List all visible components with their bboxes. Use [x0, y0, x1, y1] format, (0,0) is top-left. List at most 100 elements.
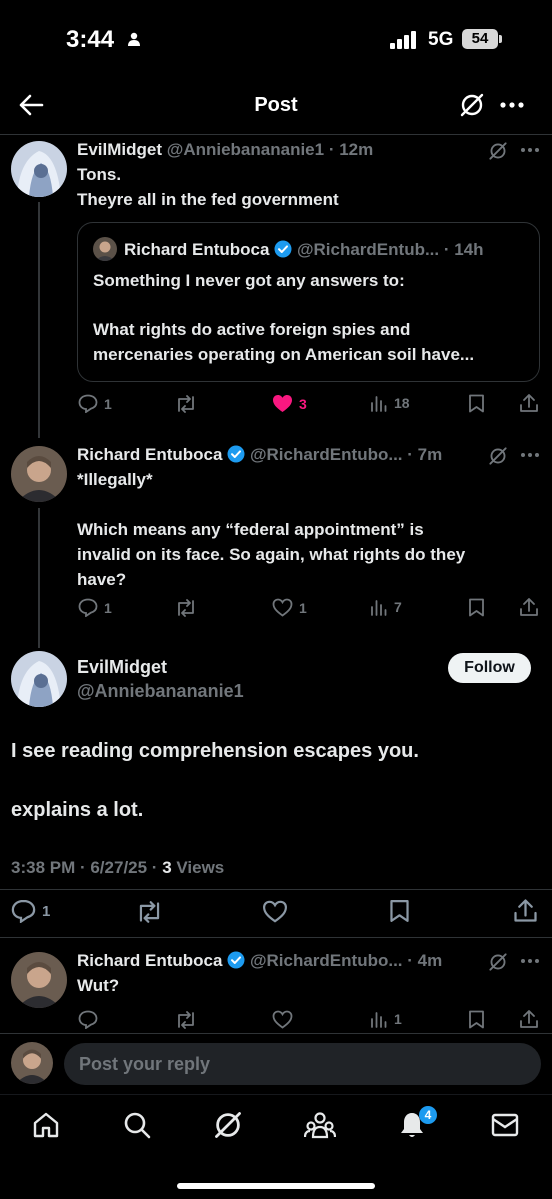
tweet-gap — [77, 492, 465, 517]
avatar[interactable] — [11, 446, 67, 502]
tweet-header: Richard Entuboca @RichardEntubo... · 4m — [77, 950, 442, 972]
tweet-time: · 7m — [407, 445, 443, 464]
tweet-text: Wut? — [77, 976, 120, 995]
avatar[interactable] — [11, 141, 67, 197]
share-icon[interactable] — [519, 1009, 539, 1029]
tweet-line: invalid on its face. So again, what righ… — [77, 545, 466, 564]
author-handle[interactable]: @Anniebanananie1 — [77, 681, 244, 702]
share-icon[interactable] — [519, 597, 539, 617]
divider — [0, 889, 552, 890]
quoted-header: Richard Entuboca @RichardEntub... · 14h — [124, 239, 484, 261]
post-text-line: I see reading comprehension escapes you. — [11, 740, 419, 762]
author-handle[interactable]: @RichardEntubo... — [250, 951, 403, 970]
avatar[interactable] — [11, 952, 67, 1008]
divider — [0, 1033, 552, 1034]
bookmark-icon[interactable] — [468, 394, 485, 413]
views-chart-icon — [371, 396, 387, 412]
nav-divider — [0, 1094, 552, 1095]
views-chart-icon — [371, 600, 387, 616]
repost-icon[interactable] — [175, 395, 197, 413]
more-options-icon[interactable] — [520, 147, 540, 153]
thread-line — [38, 202, 40, 438]
quoted-line: Something I never got any answers to: — [93, 271, 405, 290]
verified-badge-icon — [274, 240, 292, 258]
author-handle[interactable]: @RichardEntubo... — [250, 445, 403, 464]
share-icon[interactable] — [513, 898, 538, 923]
tweet-text: *Illegally* Which means any “federal app… — [77, 467, 465, 592]
views-count: 7 — [394, 599, 402, 615]
author-name[interactable]: EvilMidget — [77, 140, 162, 159]
author-name[interactable]: Richard Entuboca — [77, 445, 222, 464]
quoted-author-name: Richard Entuboca — [124, 240, 270, 259]
share-icon[interactable] — [519, 393, 539, 413]
repost-icon[interactable] — [175, 599, 197, 617]
tweet-time: · 12m — [328, 140, 374, 159]
bookmark-icon[interactable] — [389, 899, 410, 923]
reply-icon[interactable] — [78, 1010, 98, 1029]
heart-icon[interactable] — [262, 900, 288, 923]
grok-icon[interactable] — [488, 952, 508, 972]
grok-icon[interactable] — [488, 141, 508, 161]
messages-icon[interactable] — [490, 1111, 520, 1139]
heart-filled-icon — [273, 395, 292, 412]
quoted-tweet-time: · 14h — [443, 240, 484, 259]
tweet-header: Richard Entuboca @RichardEntubo... · 7m — [77, 444, 442, 466]
author-name[interactable]: Richard Entuboca — [77, 951, 222, 970]
reply-count: 1 — [104, 599, 112, 616]
tweet-line: Theyre all in the fed government — [77, 190, 339, 209]
views-button[interactable]: 18 — [370, 394, 410, 412]
tweet-line: *Illegally* — [77, 470, 153, 489]
tweet-line: Tons. — [77, 165, 122, 184]
home-icon[interactable] — [31, 1110, 61, 1140]
header-divider — [0, 134, 552, 135]
like-button[interactable]: 3 — [272, 394, 307, 413]
quoted-text: Something I never got any answers to: Wh… — [93, 268, 474, 367]
views-count: 1 — [394, 1011, 402, 1027]
battery-indicator: 54 — [462, 29, 498, 49]
bookmark-icon[interactable] — [468, 1010, 485, 1029]
thread-line — [38, 508, 40, 648]
divider — [0, 937, 552, 938]
quoted-line: mercenaries operating on American soil h… — [93, 345, 475, 364]
search-icon[interactable] — [122, 1110, 152, 1140]
post-text-line: explains a lot. — [11, 799, 144, 821]
avatar[interactable] — [11, 651, 67, 707]
grok-icon[interactable] — [213, 1110, 243, 1140]
more-options-icon[interactable] — [500, 101, 524, 109]
author-handle[interactable]: @Anniebanananie1 — [167, 140, 324, 159]
reply-button[interactable]: 1 — [78, 598, 112, 617]
like-button[interactable]: 1 — [272, 598, 307, 617]
views-button[interactable]: 7 — [370, 598, 402, 616]
verified-badge-icon — [227, 951, 245, 969]
more-options-icon[interactable] — [520, 958, 540, 964]
post-timestamp: 3:38 PM · 6/27/25 · — [11, 858, 163, 877]
grok-icon[interactable] — [459, 92, 485, 118]
follow-button[interactable]: Follow — [448, 653, 531, 683]
bookmark-icon[interactable] — [468, 598, 485, 617]
views-chart-icon — [371, 1012, 387, 1028]
notifications-badge: 4 — [419, 1106, 437, 1124]
verified-badge-icon — [227, 445, 245, 463]
like-count: 1 — [299, 599, 307, 616]
reply-input[interactable]: Post your reply — [64, 1043, 541, 1085]
communities-icon[interactable] — [304, 1110, 336, 1140]
grok-icon[interactable] — [488, 446, 508, 466]
person-icon — [128, 32, 140, 46]
reply-button[interactable]: 1 — [11, 899, 50, 923]
reply-icon — [78, 394, 98, 413]
my-avatar[interactable] — [11, 1042, 53, 1084]
tweet-header: EvilMidget @Anniebanananie1 · 12m — [77, 139, 373, 161]
repost-icon[interactable] — [136, 901, 163, 923]
views-button[interactable]: 1 — [370, 1010, 402, 1028]
views-label: Views — [171, 858, 225, 877]
more-options-icon[interactable] — [520, 452, 540, 458]
heart-icon[interactable] — [272, 1010, 293, 1029]
reply-button[interactable]: 1 — [78, 394, 112, 413]
repost-icon[interactable] — [175, 1011, 197, 1029]
reply-icon — [11, 899, 36, 923]
like-count: 3 — [299, 395, 307, 412]
quoted-gap — [93, 293, 474, 317]
reply-icon — [78, 598, 98, 617]
author-name[interactable]: EvilMidget — [77, 657, 167, 678]
post-meta: 3:38 PM · 6/27/25 · 3 Views — [11, 858, 224, 878]
